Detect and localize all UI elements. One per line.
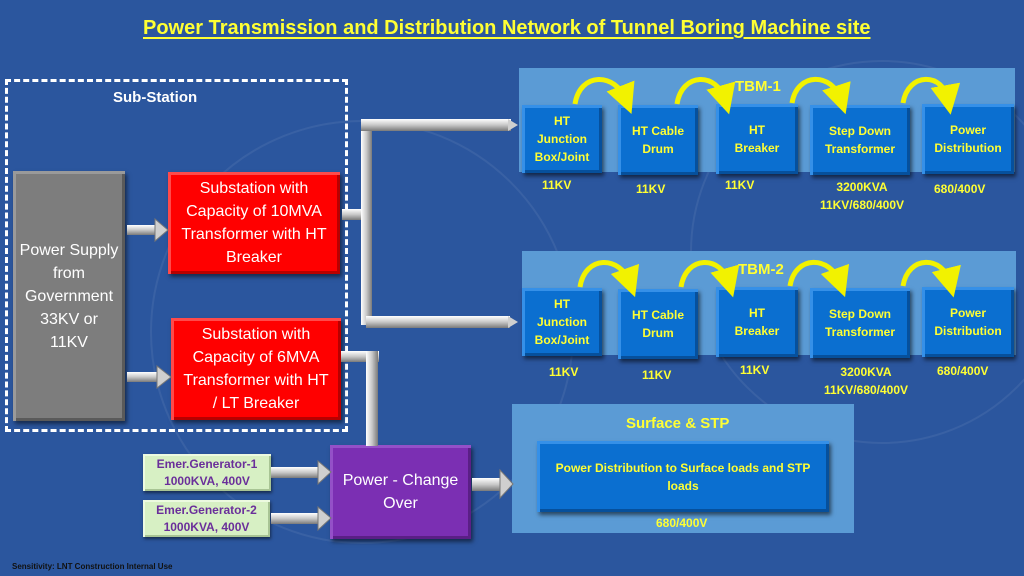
flow-arrow bbox=[900, 76, 961, 115]
tbm1-flow-arrows bbox=[572, 76, 961, 115]
pipe-10mva-to-tbms bbox=[342, 119, 518, 328]
flow-arrow bbox=[674, 77, 736, 115]
arrow-gen2-to-changeover bbox=[271, 505, 332, 532]
connector-layer bbox=[127, 76, 961, 532]
arrow-source-to-10mva bbox=[127, 217, 169, 243]
pipe-6mva-to-changeover bbox=[341, 351, 379, 446]
flow-arrow bbox=[900, 259, 961, 298]
flow-arrow bbox=[789, 76, 851, 115]
flow-arrow bbox=[577, 260, 640, 298]
flow-arrow bbox=[572, 77, 635, 114]
arrow-source-to-6mva bbox=[127, 364, 172, 390]
flow-arrow bbox=[678, 260, 740, 298]
arrow-changeover-to-surface bbox=[472, 468, 514, 500]
arrow-gen1-to-changeover bbox=[271, 459, 332, 486]
tbm2-flow-arrows bbox=[577, 259, 961, 298]
flow-arrow bbox=[787, 259, 850, 298]
